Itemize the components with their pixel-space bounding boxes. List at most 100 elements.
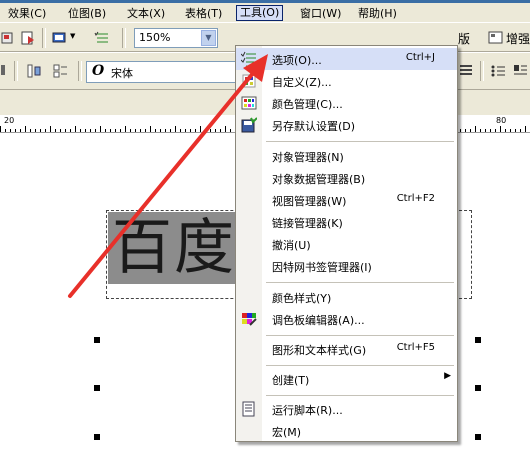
publish-icon[interactable]	[0, 30, 16, 46]
ruler-tick	[85, 129, 86, 132]
menu-item-object-data-manager[interactable]: 对象数据管理器(B)	[236, 167, 457, 189]
ruler-tick	[120, 129, 121, 132]
ruler-tick	[525, 126, 526, 132]
menu-item-color-styles[interactable]: 颜色样式(Y)	[236, 286, 457, 308]
save-defaults-icon	[241, 117, 257, 133]
ruler-tick	[210, 129, 211, 132]
submenu-arrow-icon: ▶	[444, 371, 451, 381]
align-icon[interactable]	[26, 63, 42, 79]
menu-bitmaps[interactable]: 位图(B)	[66, 6, 108, 22]
menu-table[interactable]: 表格(T)	[183, 6, 224, 22]
menu-item-object-manager[interactable]: 对象管理器(N)	[236, 145, 457, 167]
menu-item-graphic-text-styles[interactable]: 图形和文本样式(G) Ctrl+F5	[236, 338, 457, 360]
toolbar-separator	[480, 61, 484, 81]
ruler-tick	[125, 126, 126, 132]
ruler-tick	[135, 129, 136, 132]
menu-window[interactable]: 窗口(W)	[298, 6, 343, 22]
menu-item-label: 因特网书签管理器(I)	[272, 261, 372, 274]
ruler-tick	[200, 126, 201, 132]
menu-item-internet-bookmark-manager[interactable]: 因特网书签管理器(I)	[236, 255, 457, 277]
menu-separator	[266, 365, 454, 366]
bullets-icon[interactable]	[490, 63, 506, 79]
menu-item-shortcut: Ctrl+J	[405, 52, 435, 63]
ruler-tick	[95, 129, 96, 132]
menu-text[interactable]: 文本(X)	[125, 6, 167, 22]
menu-item-label: 选项(O)...	[272, 54, 322, 67]
selection-handle[interactable]	[475, 385, 481, 391]
chevron-down-icon[interactable]: ▼	[70, 32, 75, 40]
drop-cap-icon[interactable]	[512, 63, 528, 79]
menu-item-label: 调色板编辑器(A)...	[272, 314, 365, 327]
options-icon	[241, 51, 256, 67]
menu-item-label: 撤消(U)	[272, 239, 311, 252]
font-name-combo[interactable]: O 宋体	[86, 61, 236, 83]
ruler-tick	[510, 129, 511, 132]
ruler-tick	[175, 126, 176, 132]
menu-item-label: 宏(M)	[272, 426, 302, 439]
toolbar-label-enhance[interactable]: 增强	[506, 30, 530, 47]
justify-icon[interactable]	[458, 63, 474, 79]
menu-item-options[interactable]: 选项(O)... Ctrl+J	[236, 48, 457, 70]
menu-item-label: 自定义(Z)...	[272, 76, 332, 89]
ruler-tick	[65, 129, 66, 132]
zoom-level-combo[interactable]: 150% ▼	[134, 28, 218, 48]
ruler-tick	[80, 129, 81, 132]
ruler-tick	[230, 129, 231, 132]
enhance-icon[interactable]	[488, 30, 504, 46]
selection-handle[interactable]	[94, 385, 100, 391]
ruler-tick	[490, 129, 491, 132]
ruler-tick	[170, 129, 171, 132]
menu-item-view-manager[interactable]: 视图管理器(W) Ctrl+F2	[236, 189, 457, 211]
import-icon[interactable]	[20, 30, 36, 46]
menu-item-run-script[interactable]: 运行脚本(R)...	[236, 398, 457, 420]
selection-handle[interactable]	[475, 337, 481, 343]
toolbar-separator	[14, 61, 18, 81]
menu-item-color-management[interactable]: 颜色管理(C)...	[236, 92, 457, 114]
ruler-tick	[15, 129, 16, 132]
selection-handle[interactable]	[94, 337, 100, 343]
menu-item-label: 视图管理器(W)	[272, 195, 347, 208]
ruler-tick	[40, 129, 41, 132]
menu-item-label: 链接管理器(K)	[272, 217, 343, 230]
ruler-tick	[460, 129, 461, 132]
ruler-tick	[100, 126, 101, 132]
ruler-tick	[220, 129, 221, 132]
menu-item-create[interactable]: 创建(T) ▶	[236, 368, 457, 390]
ruler-tick	[25, 126, 26, 132]
ruler-tick	[195, 129, 196, 132]
menu-separator	[266, 335, 454, 336]
menu-item-link-manager[interactable]: 链接管理器(K)	[236, 211, 457, 233]
ruler-tick	[485, 129, 486, 132]
ruler-tick	[205, 129, 206, 132]
selection-handle[interactable]	[475, 434, 481, 440]
menu-item-customize[interactable]: 自定义(Z)...	[236, 70, 457, 92]
menu-help[interactable]: 帮助(H)	[356, 6, 399, 22]
options-toolbar-icon[interactable]	[94, 30, 110, 46]
selection-handle[interactable]	[94, 434, 100, 440]
menu-item-label: 图形和文本样式(G)	[272, 344, 367, 357]
bullet-list-icon[interactable]	[52, 63, 68, 79]
ruler-tick	[140, 129, 141, 132]
customize-icon	[242, 74, 256, 88]
menu-item-macros[interactable]: 宏(M)	[236, 420, 457, 442]
menu-item-undo[interactable]: 撤消(U)	[236, 233, 457, 255]
ruler-tick	[185, 129, 186, 132]
ruler-tick	[20, 129, 21, 132]
application-launcher-icon[interactable]	[52, 30, 68, 46]
toolbar-separator	[42, 28, 46, 48]
run-script-icon	[242, 401, 255, 417]
canvas-text[interactable]: 百度	[112, 214, 236, 282]
menu-tools[interactable]: 工具(O)	[236, 5, 284, 21]
menu-item-palette-editor[interactable]: 调色板编辑器(A)...	[236, 308, 457, 330]
menu-item-shortcut: Ctrl+F2	[396, 193, 435, 204]
tools-menu-dropdown: 选项(O)... Ctrl+J 自定义(Z)... 颜色管理(C)... 另存默…	[235, 45, 458, 442]
ruler-tick	[225, 126, 226, 132]
menu-item-label: 创建(T)	[272, 374, 310, 387]
toolbar-label-ban[interactable]: 版	[458, 30, 470, 47]
menu-separator	[266, 395, 454, 396]
ruler-tick	[130, 129, 131, 132]
ruler-tick	[495, 129, 496, 132]
chevron-down-icon[interactable]: ▼	[201, 30, 216, 46]
menu-effects[interactable]: 效果(C)	[6, 6, 48, 22]
menu-item-save-defaults[interactable]: 另存默认设置(D)	[236, 114, 457, 136]
